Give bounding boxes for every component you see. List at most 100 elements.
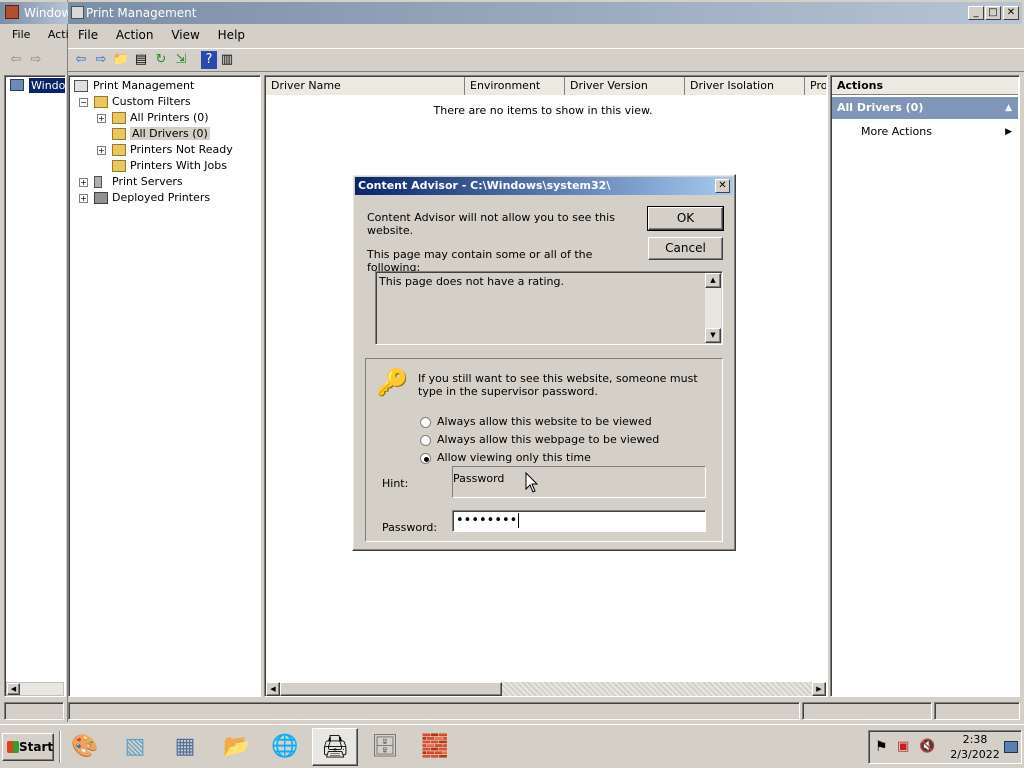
tree-item-custom-filters[interactable]: − Custom Filters xyxy=(73,94,258,110)
content-advisor-dialog: Content Advisor - C:\Windows\system32\ ✕… xyxy=(352,174,736,551)
volume-icon[interactable]: 🔇 xyxy=(919,739,935,754)
taskbar-separator xyxy=(59,731,61,763)
print-management-task-icon[interactable]: 🖨 xyxy=(312,728,358,766)
up-folder-icon[interactable]: 📁 xyxy=(111,50,131,70)
more-actions[interactable]: More Actions ▶ xyxy=(832,124,1018,140)
col-environment[interactable]: Environment xyxy=(465,77,565,95)
menu-action[interactable]: Action xyxy=(116,28,154,42)
menu-file[interactable]: File xyxy=(78,28,98,42)
printer-icon xyxy=(74,80,88,92)
network-icon[interactable]: ▣ xyxy=(897,739,909,754)
dialog-titlebar[interactable]: Content Advisor - C:\Windows\system32\ ✕ xyxy=(355,177,733,195)
key-icon: 🔑 xyxy=(376,368,409,398)
close-button[interactable]: ✕ xyxy=(1003,6,1019,20)
ok-button[interactable]: OK xyxy=(647,206,724,231)
expand-icon[interactable]: + xyxy=(79,193,88,203)
computer-icon xyxy=(10,79,24,91)
option-this-time[interactable]: Allow viewing only this time xyxy=(420,451,591,464)
option-website[interactable]: Always allow this website to be viewed xyxy=(420,415,652,428)
collapse-arrow-icon[interactable]: ▲ xyxy=(1005,97,1012,119)
rating-vscroll[interactable]: ▲ ▼ xyxy=(705,273,721,343)
clock-time[interactable]: 2:38 xyxy=(951,733,999,746)
show-action-pane-icon[interactable]: ▥ xyxy=(217,50,237,70)
expand-icon[interactable]: + xyxy=(97,145,106,155)
tree-item-label: Deployed Printers xyxy=(112,191,211,204)
filter-icon xyxy=(112,112,126,124)
list-hscroll[interactable]: ◀ ▶ xyxy=(266,682,826,696)
back-arrow-icon[interactable]: ⇦ xyxy=(6,50,26,70)
background-hscroll[interactable]: ◀ xyxy=(6,682,64,696)
tree-item-printers-not-ready[interactable]: + Printers Not Ready xyxy=(73,142,258,158)
export-list-icon[interactable]: ⇲ xyxy=(171,50,191,70)
app-icon xyxy=(5,5,19,19)
start-button[interactable]: Start xyxy=(2,733,54,761)
background-window-titlebar[interactable]: Window xyxy=(0,2,68,24)
back-arrow-icon[interactable]: ⇦ xyxy=(71,50,91,70)
col-driver-isolation[interactable]: Driver Isolation xyxy=(685,77,805,95)
minimize-button[interactable]: _ xyxy=(968,6,984,20)
tree-pane: Print Management − Custom Filters + All Pr… xyxy=(68,75,261,697)
explorer-folder-icon[interactable]: 📂 xyxy=(214,728,260,766)
scroll-left-button[interactable]: ◀ xyxy=(7,683,20,695)
rating-text: This page does not have a rating. xyxy=(379,275,564,288)
col-driver-name[interactable]: Driver Name xyxy=(266,77,465,95)
tree-item-label: Print Servers xyxy=(112,175,183,188)
password-field[interactable]: ••••••••​ xyxy=(452,510,706,532)
background-window-title: Window xyxy=(24,6,68,20)
scroll-up-button[interactable]: ▲ xyxy=(705,273,721,288)
dialog-close-button[interactable]: ✕ xyxy=(715,179,730,193)
flag-icon[interactable]: ⚑ xyxy=(875,739,888,755)
expand-icon[interactable]: + xyxy=(79,177,88,187)
mouse-pointer-icon xyxy=(525,472,539,493)
radio-webpage[interactable] xyxy=(420,434,431,446)
clock-date[interactable]: 2/3/2022 xyxy=(949,748,1001,761)
col-pro[interactable]: Pro xyxy=(805,77,826,95)
menu-view[interactable]: View xyxy=(171,28,199,42)
tree-root[interactable]: Print Management xyxy=(73,78,258,94)
forward-arrow-icon[interactable]: ⇨ xyxy=(91,50,111,70)
tree-item-all-printers[interactable]: + All Printers (0) xyxy=(73,110,258,126)
expand-icon[interactable]: + xyxy=(97,113,106,123)
background-tree-selected[interactable]: Window xyxy=(29,78,65,93)
toolbar: ⇦ ⇨ 📁 ▤ ↻ ⇲? ▥ xyxy=(68,48,1024,72)
radio-website[interactable] xyxy=(420,416,431,428)
menubar: File Action View Help xyxy=(78,28,259,42)
cancel-button[interactable]: Cancel xyxy=(648,237,723,260)
password-label: Password: xyxy=(382,521,438,534)
tree-item-label: Printers With Jobs xyxy=(130,159,227,172)
main-titlebar[interactable]: Print Management _ □ ✕ xyxy=(68,2,1022,24)
col-driver-version[interactable]: Driver Version xyxy=(565,77,685,95)
tree-item-print-servers[interactable]: + Print Servers xyxy=(73,174,258,190)
scroll-right-button[interactable]: ▶ xyxy=(812,682,826,696)
scroll-down-button[interactable]: ▼ xyxy=(705,328,721,343)
internet-explorer-icon[interactable]: 🌐 xyxy=(262,728,308,766)
firewall-icon[interactable]: 🧱 xyxy=(412,728,458,766)
menu-action-bg[interactable]: Acti xyxy=(48,28,69,41)
menu-help[interactable]: Help xyxy=(218,28,245,42)
radio-this-time[interactable] xyxy=(420,452,431,464)
windows-logo-icon xyxy=(7,741,19,753)
paint-icon[interactable]: 🎨 xyxy=(62,728,108,766)
tree-item-deployed-printers[interactable]: + Deployed Printers xyxy=(73,190,258,206)
help-icon[interactable]: ? xyxy=(201,51,217,69)
show-desktop-icon[interactable] xyxy=(1004,741,1018,753)
collapse-icon[interactable]: − xyxy=(79,97,88,107)
supervisor-group: 🔑 If you still want to see this website,… xyxy=(365,358,723,542)
maximize-button[interactable]: □ xyxy=(985,6,1001,20)
calculator-icon[interactable]: ▦ xyxy=(162,728,208,766)
tree-item-printers-with-jobs[interactable]: Printers With Jobs xyxy=(73,158,258,174)
tree-item-all-drivers[interactable]: All Drivers (0) xyxy=(73,126,258,142)
notepad-icon[interactable]: ▧ xyxy=(112,728,158,766)
forward-arrow-icon[interactable]: ⇨ xyxy=(26,50,46,70)
supervisor-text: If you still want to see this website, s… xyxy=(418,372,698,398)
tree: Print Management − Custom Filters + All Pr… xyxy=(73,78,258,206)
option-webpage[interactable]: Always allow this webpage to be viewed xyxy=(420,433,659,446)
actions-section-all-drivers[interactable]: All Drivers (0) ▲ xyxy=(832,97,1018,119)
menu-file-bg[interactable]: File xyxy=(12,28,30,41)
server-manager-icon[interactable]: 🗄 xyxy=(362,728,408,766)
show-hide-tree-icon[interactable]: ▤ xyxy=(131,50,151,70)
scroll-thumb[interactable] xyxy=(280,682,502,696)
scroll-left-button[interactable]: ◀ xyxy=(266,682,280,696)
hint-value: Password xyxy=(453,472,505,485)
refresh-icon[interactable]: ↻ xyxy=(151,50,171,70)
